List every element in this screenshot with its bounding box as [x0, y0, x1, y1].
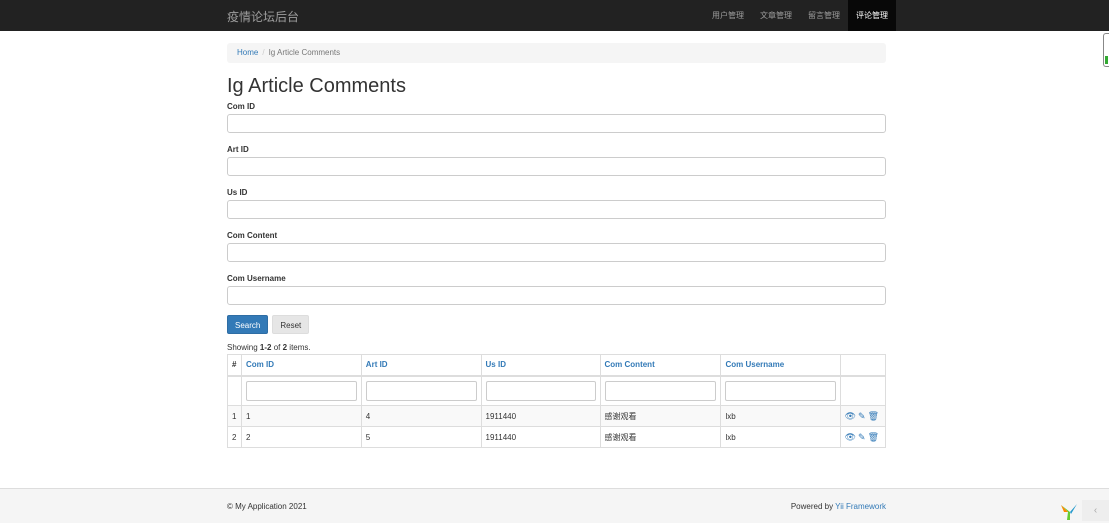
summary-prefix: Showing [227, 343, 260, 352]
com-username-label: Com Username [227, 274, 286, 283]
search-button[interactable]: Search [227, 315, 269, 334]
column-header-com-content[interactable]: Com Content [599, 354, 722, 377]
column-header-actions [839, 354, 887, 377]
navbar-menu: 用户管理 文章管理 留言管理 评论管理 [704, 0, 896, 31]
row-actions: 👁 ✎ 🗑 [839, 405, 887, 427]
filter-cell-us-id [480, 375, 601, 406]
cell-art-id: 4 [360, 405, 482, 427]
row-number: 1 [227, 405, 242, 427]
column-header-com-id[interactable]: Com ID [240, 354, 362, 377]
filter-com-content-input[interactable] [604, 380, 717, 401]
pencil-icon[interactable]: ✎ [858, 432, 866, 443]
form-group-com-username: Com Username [227, 272, 886, 305]
form-group-com-content: Com Content [227, 229, 886, 262]
filter-us-id-input[interactable] [485, 380, 596, 401]
art-id-label: Art ID [227, 145, 249, 154]
row-actions: 👁 ✎ 🗑 [839, 426, 887, 448]
com-username-input[interactable] [227, 286, 886, 305]
com-content-label: Com Content [227, 231, 278, 240]
comments-grid: # Com ID Art ID Us ID Com Content Com Us… [227, 354, 887, 448]
filter-cell-com-username [720, 375, 841, 406]
yii-logo-icon[interactable] [1059, 503, 1079, 521]
side-extension-tab[interactable] [1103, 33, 1109, 67]
table-row: 1 1 4 1911440 感谢观看 lxb 👁 ✎ 🗑 [227, 405, 887, 427]
form-group-us-id: Us ID [227, 186, 886, 219]
summary-suffix: items. [287, 343, 311, 352]
com-id-input[interactable] [227, 114, 886, 133]
navbar-brand[interactable]: 疫情论坛后台 [227, 8, 299, 25]
filter-cell-com-content [599, 375, 722, 406]
pencil-icon[interactable]: ✎ [858, 411, 866, 422]
form-group-com-id: Com ID [227, 100, 886, 133]
cell-com-id: 1 [240, 405, 362, 427]
reset-button[interactable]: Reset [272, 315, 310, 334]
breadcrumb-separator: / [262, 48, 265, 57]
row-number: 2 [227, 426, 242, 448]
filter-cell-actions [839, 375, 887, 406]
top-navbar: 疫情论坛后台 用户管理 文章管理 留言管理 评论管理 [0, 0, 1109, 31]
column-header-com-username[interactable]: Com Username [720, 354, 841, 377]
cell-art-id: 5 [360, 426, 482, 448]
nav-item-messages[interactable]: 留言管理 [800, 0, 848, 31]
breadcrumb-home[interactable]: Home [237, 48, 258, 57]
footer-copyright: © My Application 2021 [227, 502, 307, 511]
filter-cell-art-id [360, 375, 482, 406]
cell-us-id: 1911440 [480, 426, 601, 448]
column-header-art-id[interactable]: Art ID [360, 354, 482, 377]
column-header-number: # [227, 354, 242, 377]
form-group-art-id: Art ID [227, 143, 886, 176]
trash-icon[interactable]: 🗑 [868, 432, 879, 443]
art-id-input[interactable] [227, 157, 886, 176]
cell-com-username: lxb [720, 405, 841, 427]
com-content-input[interactable] [227, 243, 886, 262]
summary-range: 1-2 [259, 343, 272, 352]
nav-item-articles[interactable]: 文章管理 [752, 0, 800, 31]
powered-by-prefix: Powered by [790, 502, 836, 511]
cell-com-content: 感谢观看 [599, 426, 722, 448]
form-buttons: Search Reset [227, 315, 886, 334]
eye-icon[interactable]: 👁 [845, 432, 856, 443]
nav-item-users[interactable]: 用户管理 [704, 0, 752, 31]
summary-middle: of [271, 343, 283, 352]
grid-header-row: # Com ID Art ID Us ID Com Content Com Us… [227, 354, 887, 377]
filter-cell-number [227, 375, 242, 406]
com-id-label: Com ID [227, 102, 255, 111]
yii-framework-link[interactable]: Yii Framework [835, 502, 886, 511]
trash-icon[interactable]: 🗑 [868, 411, 879, 422]
us-id-input[interactable] [227, 200, 886, 219]
table-row: 2 2 5 1911440 感谢观看 lxb 👁 ✎ 🗑 [227, 426, 887, 448]
filter-com-id-input[interactable] [245, 380, 357, 401]
main-content: Home / Ig Article Comments Ig Article Comm… [227, 43, 887, 448]
cell-com-username: lxb [720, 426, 841, 448]
eye-icon[interactable]: 👁 [845, 411, 856, 422]
filter-cell-com-id [240, 375, 362, 406]
nav-item-comments[interactable]: 评论管理 [848, 0, 896, 31]
us-id-label: Us ID [227, 188, 248, 197]
page-footer: © My Application 2021 Powered by Yii Fra… [0, 488, 1109, 523]
breadcrumb-current: Ig Article Comments [268, 48, 341, 57]
breadcrumb: Home / Ig Article Comments [227, 43, 886, 63]
filter-art-id-input[interactable] [365, 380, 477, 401]
cell-us-id: 1911440 [480, 405, 601, 427]
grid-filter-row [227, 375, 887, 406]
cell-com-id: 2 [240, 426, 362, 448]
grid-summary: Showing 1-2 of 2 items. [227, 343, 886, 353]
debug-toolbar-toggle[interactable]: ‹ [1082, 500, 1109, 521]
column-header-us-id[interactable]: Us ID [480, 354, 601, 377]
filter-com-username-input[interactable] [725, 380, 836, 401]
footer-powered-by: Powered by Yii Framework [791, 502, 886, 511]
page-title: Ig Article Comments [227, 75, 406, 97]
cell-com-content: 感谢观看 [599, 405, 722, 427]
